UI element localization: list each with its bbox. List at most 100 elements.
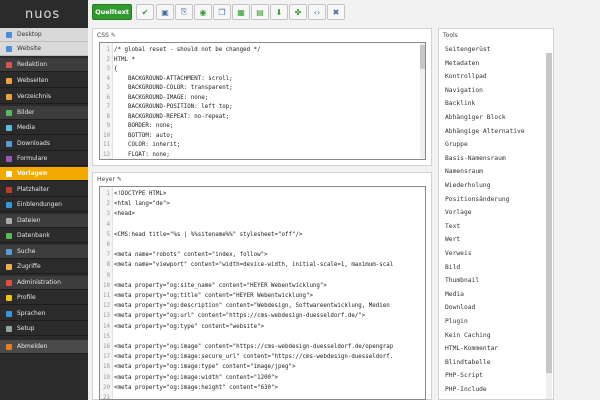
line-number: 7 [106,252,111,259]
sidebar-item-dateien[interactable]: Dateien [0,214,88,228]
sidebar-item-downloads[interactable]: Downloads [0,137,88,151]
line-text: <meta property="og:image:height" content… [114,384,279,391]
line-text: <meta property="og:type" content="websit… [114,323,265,330]
sidebar-item-suche[interactable]: Suche [0,245,88,259]
tool-item[interactable]: Blindtabelle [445,356,491,369]
css-scrollbar-thumb[interactable] [420,45,425,69]
sidebar-item-profile[interactable]: Profile [0,291,88,305]
sidebar-item-bilder[interactable]: Bilder [0,106,88,120]
css-editor[interactable]: 1/* global reset - should not be changed… [99,42,426,160]
sidebar-item-desktop[interactable]: Desktop [0,28,88,42]
sidebar-item-verzeichnis[interactable]: Verzeichnis [0,90,88,104]
line-number: 16 [103,344,110,350]
line-number: 6 [106,94,111,101]
globe-button[interactable]: ◉ [194,4,212,20]
sidebar-item-icon [6,295,12,301]
line-text: BACKGROUND-COLOR: transparent; [114,85,233,91]
sidebar-item-icon [6,62,12,68]
tool-item[interactable]: Thumbnail [445,274,479,287]
tool-item[interactable]: Positionsänderung [445,193,509,206]
css-scrollbar[interactable] [420,43,425,159]
sidebar-item-redaktion[interactable]: Redaktion [0,58,88,72]
code-icon: ‹› [313,7,321,17]
tool-item[interactable]: Vorlage [445,206,472,219]
sidebar-item-administration[interactable]: Administration [0,276,88,290]
sidebar-item-sprachen[interactable]: Sprachen [0,307,88,321]
sidebar-item-webseiten[interactable]: Webseiten [0,74,88,88]
tool-item[interactable]: Verweis [445,247,472,260]
tool-item[interactable]: HTML-Kommentar [445,342,498,355]
sidebar-item-label: Website [17,45,41,52]
line-number: 20 [103,384,110,391]
line-text: <meta name="viewport" content="width=dev… [114,262,394,269]
tool-item[interactable]: Download [445,301,475,314]
line-number: 11 [103,142,110,148]
line-text: <meta property="og:site_name" content="H… [114,282,327,289]
download-button[interactable]: ⬇ [270,4,288,20]
sidebar-item-label: Einblendungen [17,201,62,208]
sidebar-item-label: Zugriffe [17,263,41,270]
sidebar-item-icon [6,249,12,255]
save-button[interactable]: ▣ [156,4,174,20]
tool-item[interactable]: Metadaten [445,57,479,70]
line-text: <meta property="og:title" content="HEYER… [114,293,313,299]
tool-item[interactable]: Navigation [445,84,483,97]
tool-item[interactable]: Wiederholung [445,179,491,192]
sidebar-item-label: Administration [17,279,61,286]
sidebar-item-datenbank[interactable]: Datenbank [0,229,88,243]
tool-item[interactable]: Bild [445,261,460,274]
sidebar-item-setup[interactable]: Setup [0,322,88,336]
sidebar-item-media[interactable]: Media [0,121,88,135]
line-text: <meta property="og:url" content="https:/… [114,313,366,320]
code-button[interactable]: ‹› [308,4,326,20]
sidebar-item-icon [6,187,12,193]
line-number: 8 [106,262,111,269]
line-number: 5 [106,231,111,238]
tool-item[interactable]: Plugin [445,315,468,328]
settings-button[interactable]: ✖ [327,4,345,20]
css-panel: CSS ✎ 1/* global reset - should not be c… [92,28,432,166]
check-button[interactable]: ✔ [136,4,154,20]
tool-item[interactable]: Backlink [445,97,475,110]
tool-item[interactable]: Namensraum [445,165,483,178]
line-text: BOTTOM: auto; [114,132,174,139]
frame-button[interactable]: ▦ [232,4,250,20]
sidebar-item-icon [6,344,12,350]
tool-item[interactable]: Abhängige Alternative [445,125,525,138]
puzzle-button[interactable]: ✤ [289,4,307,20]
line-number: 15 [103,333,110,340]
line-number: 19 [103,374,110,381]
tool-item[interactable]: PHP-Include [445,383,487,396]
tool-item[interactable]: Kontrollpad [445,70,487,83]
copy-button[interactable]: ⎘ [175,4,193,20]
sidebar-item-formulare[interactable]: Formulare [0,152,88,166]
tool-item[interactable]: PHP-Script [445,369,483,382]
sidebar-item-icon [6,125,12,131]
tool-item[interactable]: Media [445,288,464,301]
tool-item[interactable]: Gruppe [445,138,468,151]
tool-item[interactable]: Text [445,220,460,233]
header-editor[interactable]: 1 <!DOCTYPE HTML> 2 <html lang="de"> 3 <head>… [99,186,426,400]
tool-item[interactable]: Kein Caching [445,329,491,342]
source-button[interactable]: Quelltext [92,4,132,20]
tools-scrollbar[interactable] [546,53,552,399]
puzzle-icon: ✤ [294,7,302,17]
sidebar-item-einblendungen[interactable]: Einblendungen [0,198,88,212]
tool-item[interactable]: Wert [445,233,460,246]
tool-item[interactable]: Seitengerüst [445,43,491,56]
sidebar-item-icon [6,46,12,52]
app-logo: nuos [25,7,61,22]
tools-scrollbar-thumb[interactable] [546,53,552,373]
film-button[interactable]: ▤ [251,4,269,20]
sidebar-item-zugriffe[interactable]: Zugriffe [0,260,88,274]
sidebar-item-vorlagen[interactable]: Vorlagen [0,167,88,181]
duplicate-icon: ❐ [218,7,226,17]
tool-item[interactable]: Basis-Namensraum [445,152,506,165]
sidebar-item-website[interactable]: Website [0,42,88,56]
line-number: 4 [106,75,111,82]
sidebar-item-abmelden[interactable]: Abmelden [0,340,88,354]
tool-item[interactable]: Abhängiger Block [445,111,506,124]
duplicate-button[interactable]: ❐ [213,4,231,20]
sidebar-item-platzhalter[interactable]: Platzhalter [0,183,88,197]
sidebar-item-label: Datenbank [17,232,50,239]
